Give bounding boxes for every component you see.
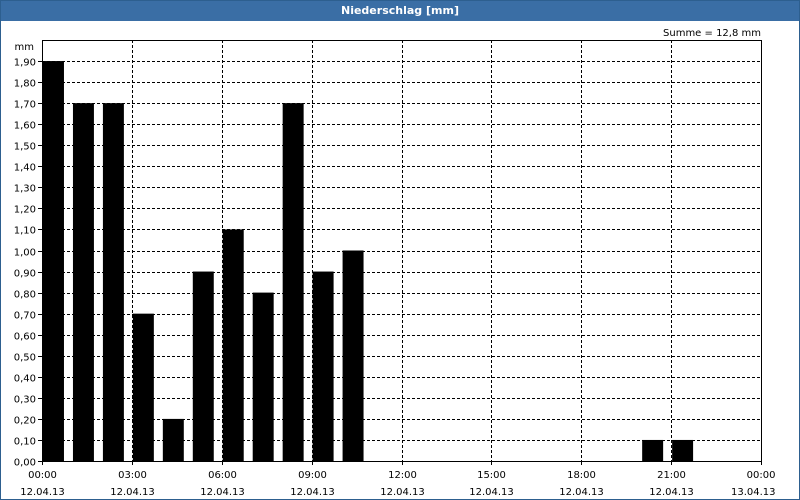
precipitation-bar xyxy=(72,103,94,462)
y-tick-label: 1,00 xyxy=(14,248,36,259)
y-tick-label: 0,70 xyxy=(14,311,36,322)
x-tick-date-label: 12.04.13 xyxy=(20,487,65,498)
x-tick-time-label: 03:00 xyxy=(118,470,147,481)
x-tick-time-label: 06:00 xyxy=(208,470,237,481)
bar-layer xyxy=(43,61,694,462)
x-tick-time-label: 12:00 xyxy=(388,470,417,481)
y-tick-label: 1,40 xyxy=(14,163,36,174)
sum-label: Summe = 12,8 mm xyxy=(663,28,761,39)
x-tick-date-label: 12.04.13 xyxy=(110,487,155,498)
precipitation-bar xyxy=(642,439,664,461)
y-tick-label: 0,50 xyxy=(14,353,36,364)
precipitation-bar xyxy=(312,271,334,461)
precipitation-bar xyxy=(43,61,64,462)
x-tick-time-label: 15:00 xyxy=(477,470,506,481)
precipitation-bar xyxy=(672,439,694,461)
x-tick-date-label: 12.04.13 xyxy=(559,487,604,498)
precipitation-bar xyxy=(162,418,184,461)
precipitation-bar xyxy=(222,229,244,461)
x-tick-date-label: 12.04.13 xyxy=(469,487,514,498)
y-tick-label: 1,20 xyxy=(14,205,36,216)
y-tick-label: 0,10 xyxy=(14,437,36,448)
precipitation-bar xyxy=(282,103,304,462)
y-tick-label: 1,10 xyxy=(14,226,36,237)
y-tick-label: 0,00 xyxy=(14,458,36,469)
y-tick-label: 0,20 xyxy=(14,416,36,427)
x-tick-time-label: 00:00 xyxy=(28,470,57,481)
x-tick-date-label: 12.04.13 xyxy=(290,487,335,498)
y-unit-label: mm xyxy=(15,42,34,53)
x-tick-date-label: 12.04.13 xyxy=(380,487,425,498)
precipitation-bar xyxy=(342,250,364,461)
precipitation-bar xyxy=(192,271,214,461)
x-tick-date-label: 12.04.13 xyxy=(200,487,245,498)
x-tick-date-label: 12.04.13 xyxy=(649,487,694,498)
x-tick-date-label: 13.04.13 xyxy=(731,487,776,498)
y-tick-label: 1,70 xyxy=(14,100,36,111)
y-tick-label: 0,90 xyxy=(14,269,36,280)
x-tick-time-label: 18:00 xyxy=(567,470,596,481)
y-tick-label: 1,60 xyxy=(14,121,36,132)
x-tick-time-label: 09:00 xyxy=(298,470,327,481)
x-tick-time-label: 21:00 xyxy=(657,470,686,481)
precipitation-bar xyxy=(132,313,154,461)
axis-layer: 0,00 0,10 0,20 0,30 0,40 0,50 0,60 0,70 0,80 0,90… xyxy=(14,58,776,499)
y-tick-label: 1,90 xyxy=(14,58,36,69)
y-tick-label: 0,80 xyxy=(14,290,36,301)
y-tick-label: 0,40 xyxy=(14,374,36,385)
y-tick-label: 0,30 xyxy=(14,395,36,406)
y-tick-label: 1,50 xyxy=(14,142,36,153)
x-tick-time-label: 00:00 xyxy=(747,470,776,481)
precipitation-bar xyxy=(102,103,124,462)
y-tick-label: 1,30 xyxy=(14,184,36,195)
precipitation-chart: 0,00 0,10 0,20 0,30 0,40 0,50 0,60 0,70 0,80 0,90… xyxy=(14,28,776,499)
y-tick-label: 0,60 xyxy=(14,332,36,343)
y-tick-label: 1,80 xyxy=(14,79,36,90)
precipitation-bar xyxy=(252,292,274,461)
